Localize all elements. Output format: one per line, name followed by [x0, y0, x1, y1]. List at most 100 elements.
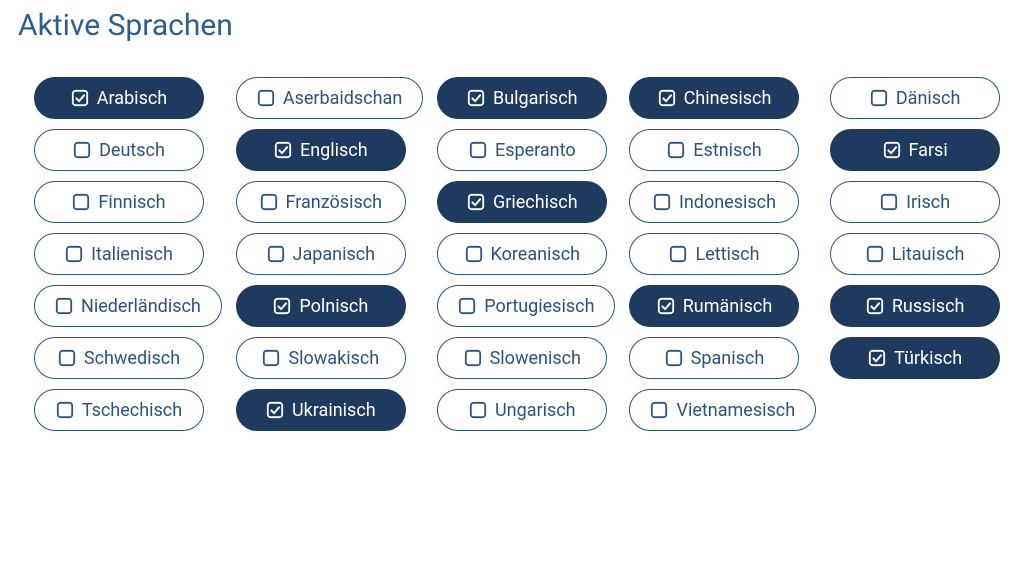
language-chip-indonesisch[interactable]: Indonesisch — [629, 181, 799, 223]
language-chip-portugiesisch[interactable]: Portugiesisch — [437, 285, 615, 327]
language-chip-finnisch[interactable]: Finnisch — [34, 181, 204, 223]
checkbox-empty-icon — [464, 349, 482, 367]
checkbox-checked-icon — [273, 297, 291, 315]
language-label: Aserbaidschan — [283, 88, 402, 109]
language-label: Irisch — [906, 192, 950, 213]
checkbox-empty-icon — [870, 89, 888, 107]
language-label: Esperanto — [495, 140, 576, 161]
language-chip-farsi[interactable]: Farsi — [830, 129, 1000, 171]
language-label: Slowakisch — [288, 348, 379, 369]
language-label: Ungarisch — [495, 400, 576, 421]
checkbox-checked-icon — [866, 297, 884, 315]
language-label: Koreanisch — [491, 244, 581, 265]
language-chip-esperanto[interactable]: Esperanto — [437, 129, 607, 171]
checkbox-empty-icon — [58, 349, 76, 367]
checkbox-empty-icon — [260, 193, 278, 211]
checkbox-empty-icon — [72, 193, 90, 211]
language-label: Lettisch — [695, 244, 759, 265]
checkbox-empty-icon — [458, 297, 476, 315]
language-label: Niederländisch — [81, 296, 201, 317]
language-chip-litauisch[interactable]: Litauisch — [830, 233, 1000, 275]
checkbox-empty-icon — [56, 401, 74, 419]
language-label: Italienisch — [91, 244, 173, 265]
checkbox-empty-icon — [257, 89, 275, 107]
checkbox-empty-icon — [665, 349, 683, 367]
language-chip-lettisch[interactable]: Lettisch — [629, 233, 799, 275]
checkbox-checked-icon — [71, 89, 89, 107]
checkbox-empty-icon — [267, 245, 285, 263]
language-chip-koreanisch[interactable]: Koreanisch — [437, 233, 607, 275]
language-chip-griechisch[interactable]: Griechisch — [437, 181, 607, 223]
language-chip-italienisch[interactable]: Italienisch — [34, 233, 204, 275]
checkbox-empty-icon — [262, 349, 280, 367]
language-label: Portugiesisch — [484, 296, 594, 317]
page-title: Aktive Sprachen — [18, 8, 1008, 43]
language-chip-deutsch[interactable]: Deutsch — [34, 129, 204, 171]
language-chip-schwedisch[interactable]: Schwedisch — [34, 337, 204, 379]
language-label: Japanisch — [293, 244, 376, 265]
checkbox-checked-icon — [266, 401, 284, 419]
checkbox-checked-icon — [467, 193, 485, 211]
checkbox-empty-icon — [653, 193, 671, 211]
language-chip-bulgarisch[interactable]: Bulgarisch — [437, 77, 607, 119]
language-chip-ukrainisch[interactable]: Ukrainisch — [236, 389, 406, 431]
language-label: Tschechisch — [82, 400, 182, 421]
language-label: Farsi — [909, 140, 948, 161]
checkbox-empty-icon — [65, 245, 83, 263]
language-label: Chinesisch — [684, 88, 772, 109]
language-label: Finnisch — [98, 192, 165, 213]
language-chip-japanisch[interactable]: Japanisch — [236, 233, 406, 275]
language-label: Englisch — [300, 140, 368, 161]
language-chip-vietnamesisch[interactable]: Vietnamesisch — [629, 389, 816, 431]
language-chip-slowakisch[interactable]: Slowakisch — [236, 337, 406, 379]
language-chip-ungarisch[interactable]: Ungarisch — [437, 389, 607, 431]
language-chip-slowenisch[interactable]: Slowenisch — [437, 337, 607, 379]
checkbox-empty-icon — [650, 401, 668, 419]
language-chip-tuerkisch[interactable]: Türkisch — [830, 337, 1000, 379]
language-chip-tschechisch[interactable]: Tschechisch — [34, 389, 204, 431]
language-label: Vietnamesisch — [676, 400, 795, 421]
language-label: Estnisch — [693, 140, 761, 161]
language-chip-estnisch[interactable]: Estnisch — [629, 129, 799, 171]
language-chip-niederlaendisch[interactable]: Niederländisch — [34, 285, 222, 327]
language-chip-aserbaidschan[interactable]: Aserbaidschan — [236, 77, 423, 119]
checkbox-empty-icon — [465, 245, 483, 263]
language-label: Ukrainisch — [292, 400, 376, 421]
language-label: Spanisch — [691, 348, 765, 369]
language-label: Russisch — [892, 296, 965, 317]
language-label: Litauisch — [892, 244, 965, 265]
language-label: Deutsch — [99, 140, 165, 161]
checkbox-empty-icon — [667, 141, 685, 159]
checkbox-checked-icon — [883, 141, 901, 159]
checkbox-empty-icon — [866, 245, 884, 263]
checkbox-checked-icon — [868, 349, 886, 367]
checkbox-empty-icon — [55, 297, 73, 315]
language-label: Türkisch — [894, 348, 962, 369]
checkbox-empty-icon — [669, 245, 687, 263]
language-chip-daenisch[interactable]: Dänisch — [830, 77, 1000, 119]
checkbox-empty-icon — [469, 401, 487, 419]
language-chip-franzoesisch[interactable]: Französisch — [236, 181, 406, 223]
language-chip-englisch[interactable]: Englisch — [236, 129, 406, 171]
language-chip-chinesisch[interactable]: Chinesisch — [629, 77, 799, 119]
language-grid: Arabisch Aserbaidschan Bulgarisch Chinesisc… — [20, 67, 1014, 441]
checkbox-empty-icon — [73, 141, 91, 159]
language-chip-russisch[interactable]: Russisch — [830, 285, 1000, 327]
language-label: Griechisch — [493, 192, 578, 213]
language-label: Dänisch — [896, 88, 961, 109]
language-label: Indonesisch — [679, 192, 776, 213]
language-label: Französisch — [286, 192, 383, 213]
language-chip-irisch[interactable]: Irisch — [830, 181, 1000, 223]
checkbox-checked-icon — [467, 89, 485, 107]
language-label: Polnisch — [299, 296, 368, 317]
checkbox-empty-icon — [880, 193, 898, 211]
language-chip-rumaenisch[interactable]: Rumänisch — [629, 285, 799, 327]
language-chip-polnisch[interactable]: Polnisch — [236, 285, 406, 327]
language-label: Rumänisch — [683, 296, 773, 317]
checkbox-checked-icon — [658, 89, 676, 107]
language-chip-arabisch[interactable]: Arabisch — [34, 77, 204, 119]
language-chip-spanisch[interactable]: Spanisch — [629, 337, 799, 379]
checkbox-checked-icon — [274, 141, 292, 159]
checkbox-checked-icon — [657, 297, 675, 315]
language-label: Arabisch — [97, 88, 167, 109]
